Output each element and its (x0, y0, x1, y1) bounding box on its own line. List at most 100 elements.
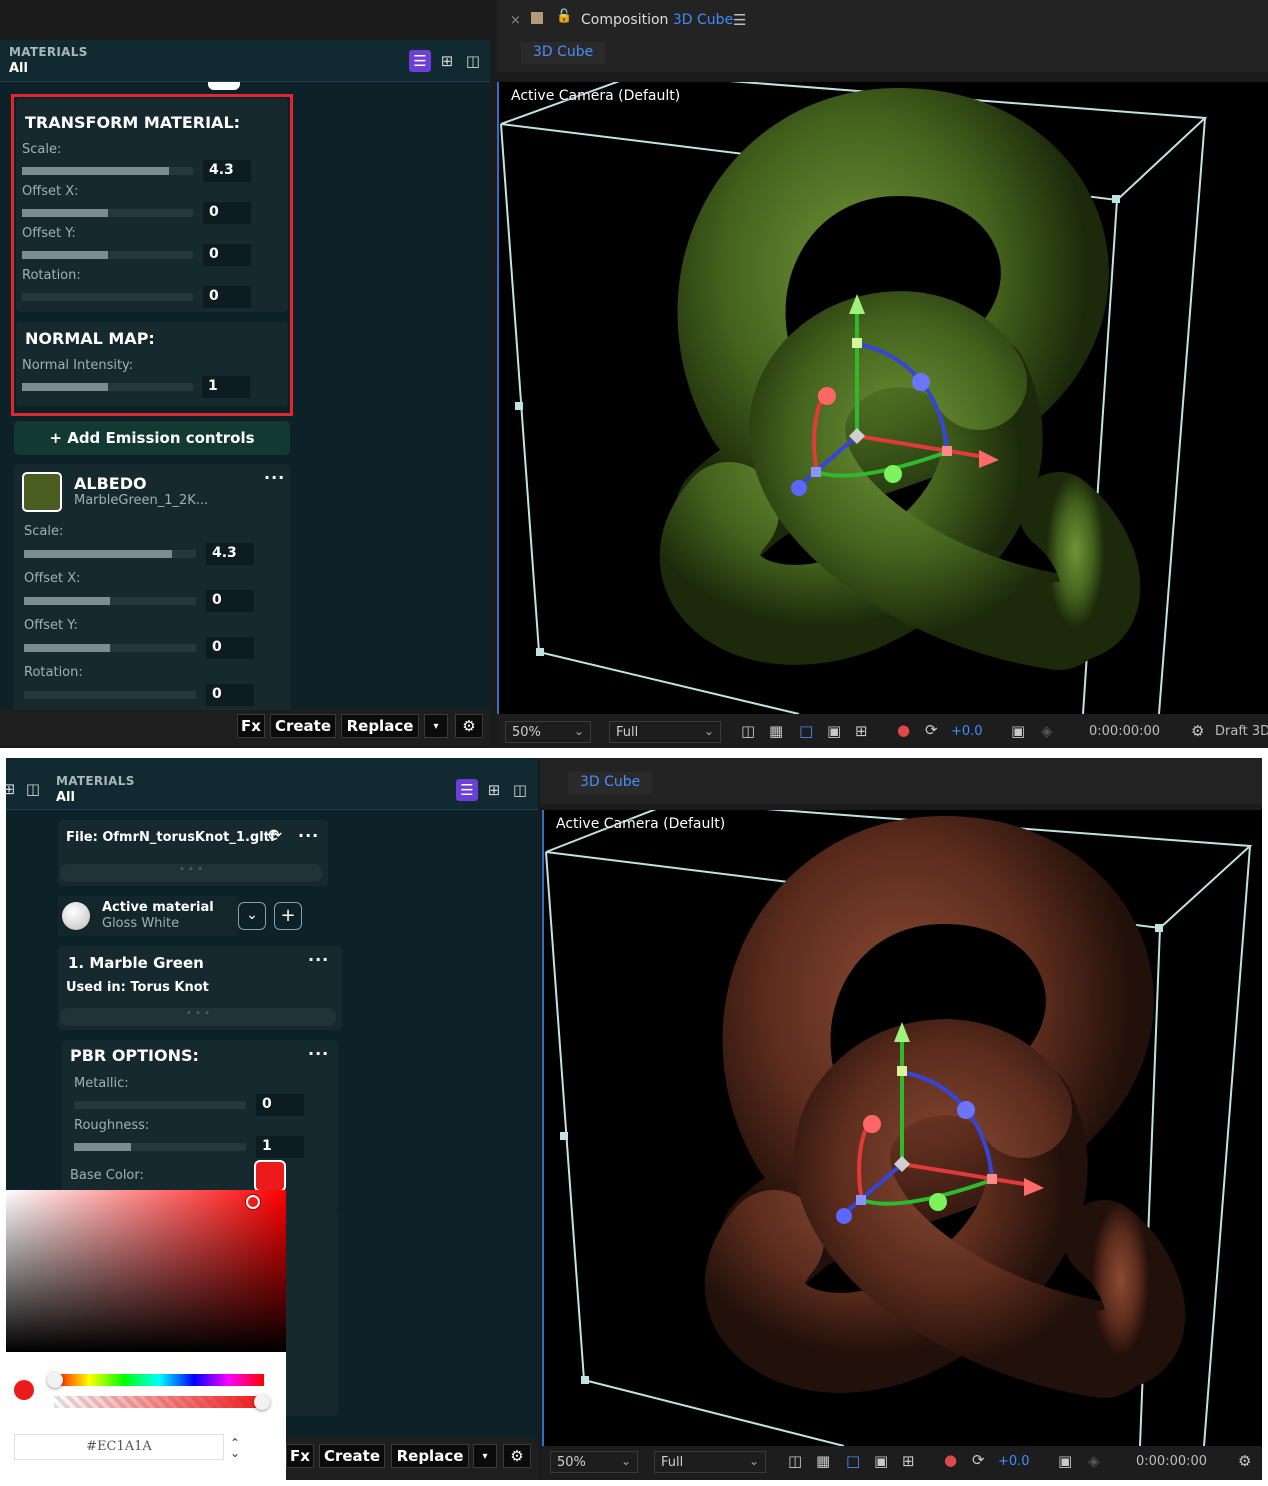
pbr-rows: Metallic: 0 Roughness: 1 (62, 1040, 338, 1210)
lock-icon[interactable]: 🔓 (556, 9, 572, 24)
resolution-dropdown[interactable]: Full ⌄ (609, 721, 721, 743)
slider-fill (74, 1143, 131, 1151)
settings-icon-2[interactable]: ⚙ (503, 1444, 531, 1468)
create-button[interactable]: Create (270, 714, 336, 738)
material-used-in: Used in: Torus Knot (66, 980, 209, 995)
alpha-slider[interactable] (54, 1396, 264, 1408)
zoom-dropdown[interactable]: 50% ⌄ (505, 721, 591, 743)
transparency-grid-icon-2[interactable]: ▦ (816, 1452, 830, 1470)
material-collapse-bar[interactable]: • • • (60, 1008, 336, 1026)
layers-view-icon-2[interactable]: ☰ (456, 779, 478, 801)
zoom-value: 50% (512, 725, 541, 740)
slider-label: Metallic: (74, 1076, 129, 1091)
format-toggle-icon[interactable]: ⌃ ⌄ (230, 1437, 240, 1459)
panel-menu-icon[interactable]: ☰ (733, 11, 746, 29)
active-material-value: Gloss White (102, 916, 180, 931)
region-of-interest-icon[interactable]: ▣ (827, 722, 841, 740)
mask-path-icon[interactable]: □ (799, 722, 813, 740)
region-of-interest-icon-2[interactable]: ▣ (874, 1452, 888, 1470)
layers-view-icon[interactable]: ☰ (409, 50, 431, 72)
collapse-panel-icon-2[interactable]: ◫ (509, 779, 531, 801)
comp-color-swatch (531, 12, 543, 24)
fast-preview-icon-2[interactable]: ◫ (788, 1452, 802, 1470)
add-material-icon[interactable]: + (274, 902, 302, 930)
scroll-handle[interactable] (208, 82, 240, 90)
value-slider[interactable] (24, 691, 196, 699)
replace-label-2: Replace (396, 1447, 464, 1465)
renderer-icon[interactable]: ⚙ (1191, 722, 1204, 740)
close-tab-icon[interactable]: × (510, 13, 521, 28)
file-more-icon[interactable]: ··· (298, 826, 319, 845)
guides-icon[interactable]: ⊞ (855, 722, 868, 740)
chevron-down-icon: ⌄ (703, 724, 714, 738)
timecode-2[interactable]: 0:00:00:00 (1136, 1454, 1207, 1469)
chevron-down-icon[interactable]: ⌄ (238, 902, 266, 930)
fx-button[interactable]: Fx (237, 714, 265, 738)
show-snapshot-icon-2[interactable]: ◈ (1088, 1452, 1100, 1470)
tab-3d-cube[interactable]: 3D Cube (521, 42, 606, 64)
tab-3d-cube-2[interactable]: 3D Cube (568, 772, 653, 794)
grid-view-icon-left[interactable]: ⊞ (6, 778, 20, 800)
exposure-value[interactable]: +0.0 (951, 724, 983, 739)
guides-icon-2[interactable]: ⊞ (902, 1452, 915, 1470)
scene-svg (500, 82, 1208, 714)
comp-viewer-2[interactable]: Active Camera (Default) (542, 810, 1262, 1446)
value-slider[interactable] (24, 597, 196, 605)
exposure-value-2[interactable]: +0.0 (998, 1454, 1030, 1469)
fx-button-2[interactable]: Fx (286, 1444, 314, 1468)
hue-slider[interactable] (54, 1374, 264, 1386)
channels-icon[interactable]: ● (897, 721, 910, 739)
composition-label: Composition (581, 12, 669, 28)
saturation-field[interactable] (6, 1190, 286, 1352)
dropdown-arrow-button[interactable]: ▾ (424, 714, 448, 738)
material-more-icon[interactable]: ··· (308, 950, 329, 969)
settings-icon[interactable]: ⚙ (455, 714, 483, 738)
slider-value[interactable]: 0 (256, 1094, 304, 1116)
reset-exposure-icon[interactable]: ⟳ (925, 721, 938, 739)
show-snapshot-icon[interactable]: ◈ (1041, 722, 1053, 740)
renderer-icon-2[interactable]: ⚙ (1238, 1452, 1251, 1470)
camera-snapshot-icon-2[interactable]: ▣ (1058, 1452, 1072, 1470)
transparency-grid-icon[interactable]: ▦ (769, 722, 783, 740)
hex-input[interactable]: #EC1A1A (14, 1434, 224, 1460)
fast-preview-icon[interactable]: ◫ (741, 722, 755, 740)
resolution-dropdown-2[interactable]: Full ⌄ (654, 1451, 766, 1473)
value-slider[interactable] (74, 1143, 246, 1151)
materials-panel-header-2: ⊞ ◫ MATERIALS All ☰ ⊞ ◫ (6, 758, 538, 810)
dropdown-arrow-button-2[interactable]: ▾ (473, 1444, 497, 1468)
slider-value[interactable]: 4.3 (206, 543, 254, 565)
timecode[interactable]: 0:00:00:00 (1089, 724, 1160, 739)
value-slider[interactable] (24, 550, 196, 558)
value-slider[interactable] (74, 1101, 246, 1109)
slider-value[interactable]: 0 (206, 637, 254, 659)
renderer-label[interactable]: Draft 3D (1215, 724, 1268, 739)
slider-value[interactable]: 0 (206, 684, 254, 706)
create-label: Create (274, 717, 332, 735)
comp-viewer[interactable]: Active Camera (Default) (497, 82, 1268, 714)
active-material-swatch[interactable] (62, 902, 90, 930)
add-emission-button[interactable]: + Add Emission controls (14, 421, 290, 455)
slider-fill (24, 597, 110, 605)
base-color-swatch[interactable] (254, 1160, 286, 1192)
value-slider[interactable] (24, 644, 196, 652)
slider-value[interactable]: 1 (256, 1136, 304, 1158)
camera-snapshot-icon[interactable]: ▣ (1011, 722, 1025, 740)
replace-button-2[interactable]: Replace (391, 1444, 469, 1468)
grid-view-icon[interactable]: ⊞ (436, 50, 458, 72)
reset-exposure-icon-2[interactable]: ⟳ (972, 1451, 985, 1469)
mask-path-icon-2[interactable]: □ (846, 1452, 860, 1470)
channels-icon-2[interactable]: ● (944, 1451, 957, 1469)
collapse-panel-icon-left[interactable]: ◫ (22, 778, 44, 800)
refresh-icon[interactable]: ⟳ (268, 826, 282, 846)
grid-view-icon-2[interactable]: ⊞ (483, 779, 505, 801)
materials-panel-2: ⊞ ◫ MATERIALS All ☰ ⊞ ◫ File: OfmrN_toru… (6, 758, 538, 1480)
create-button-2[interactable]: Create (319, 1444, 385, 1468)
file-collapse-bar[interactable]: • • • (60, 864, 322, 882)
collapse-panel-icon[interactable]: ◫ (462, 50, 484, 72)
alpha-handle[interactable] (254, 1394, 270, 1410)
hue-handle[interactable] (47, 1372, 63, 1388)
saturation-cursor[interactable] (246, 1195, 260, 1209)
zoom-dropdown-2[interactable]: 50% ⌄ (550, 1451, 638, 1473)
slider-value[interactable]: 0 (206, 590, 254, 612)
replace-button[interactable]: Replace (341, 714, 419, 738)
